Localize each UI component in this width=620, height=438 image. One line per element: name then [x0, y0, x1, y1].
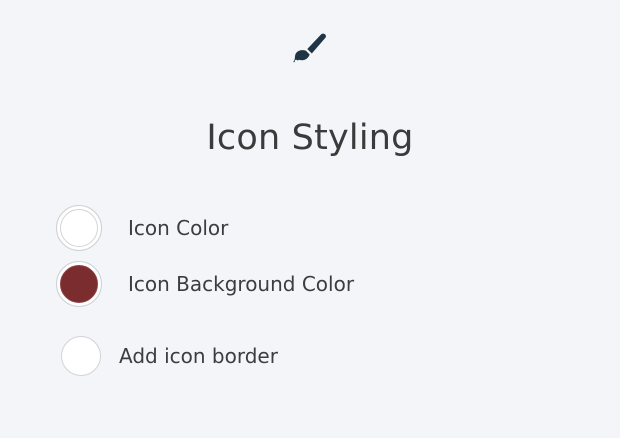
icon-color-swatch-ring[interactable]: [56, 205, 102, 251]
icon-background-color-swatch-ring[interactable]: [56, 261, 102, 307]
icon-color-picker[interactable]: Icon Color: [56, 203, 228, 253]
icon-color-swatch[interactable]: [60, 209, 98, 247]
panel-title: Icon Styling: [206, 118, 414, 158]
add-icon-border-toggle-row[interactable]: Add icon border: [61, 335, 278, 377]
add-icon-border-toggle[interactable]: [61, 336, 101, 376]
icon-background-color-picker[interactable]: Icon Background Color: [56, 259, 354, 309]
icon-background-color-swatch[interactable]: [60, 265, 98, 303]
paintbrush-icon: [293, 33, 326, 63]
icon-color-label: Icon Color: [128, 216, 229, 240]
add-icon-border-label: Add icon border: [119, 344, 278, 368]
icon-background-color-label: Icon Background Color: [128, 272, 355, 296]
icon-styling-panel: Icon Styling Icon Color Icon Background …: [0, 0, 620, 438]
